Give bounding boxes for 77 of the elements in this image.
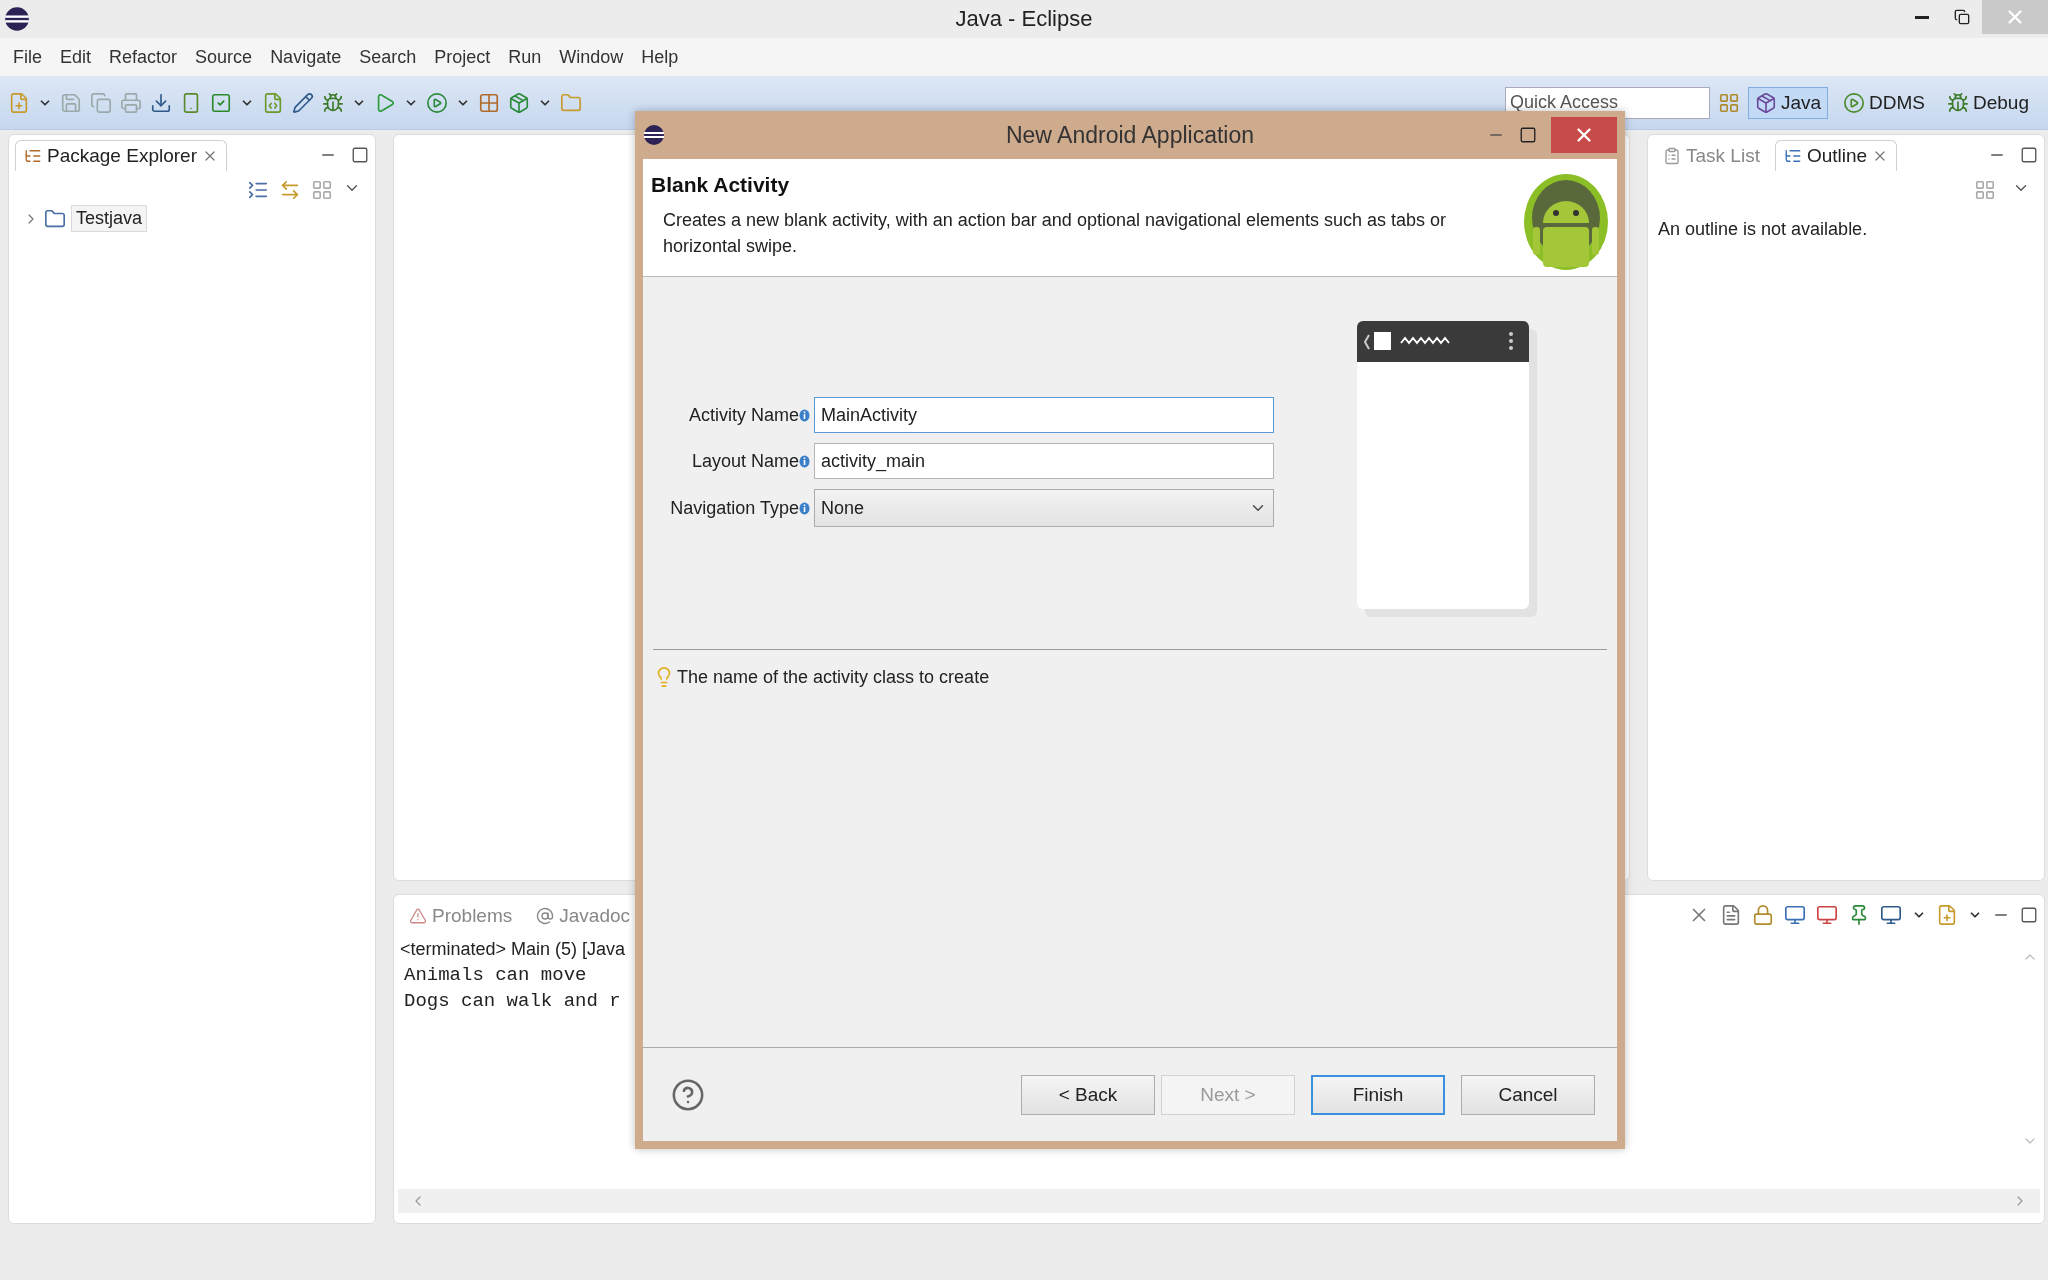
- menu-item[interactable]: Help: [632, 46, 688, 68]
- dots-icon[interactable]: [311, 179, 333, 201]
- eclipse-logo-icon: [4, 6, 30, 32]
- project-folder-icon[interactable]: [44, 207, 66, 230]
- info-icon: [799, 454, 810, 468]
- panel-tab[interactable]: Problems: [400, 899, 522, 931]
- console-icon[interactable]: [1816, 904, 1838, 926]
- field-label: Navigation Type: [669, 497, 799, 519]
- package-explorer-tab[interactable]: Package Explorer: [15, 139, 227, 171]
- menu-item[interactable]: File: [4, 46, 51, 68]
- tree-item[interactable]: Testjava: [71, 205, 148, 232]
- menu-item[interactable]: Refactor: [100, 46, 187, 68]
- wizard-heading: Blank Activity: [651, 173, 791, 197]
- link-arrows-icon[interactable]: [279, 179, 301, 201]
- text-field[interactable]: MainActivity: [814, 397, 1274, 433]
- java-perspective-icon[interactable]: [1754, 91, 1777, 114]
- bug-icon[interactable]: [1947, 91, 1969, 114]
- clipboard-icon[interactable]: [1663, 146, 1681, 165]
- dialog-close-button[interactable]: [1551, 117, 1617, 153]
- menu-item[interactable]: Project: [425, 46, 500, 68]
- dialog-title: New Android Application: [1005, 121, 1255, 149]
- restore-icon: [1954, 9, 1970, 25]
- perspective-button[interactable]: Java: [1747, 86, 1829, 119]
- warning-icon[interactable]: [409, 906, 427, 925]
- collapse-all-icon[interactable]: [247, 179, 269, 201]
- menu-item[interactable]: Edit: [51, 46, 101, 68]
- wizard-description: Creates a new blank activity, with an action bar and optional navigational elements such as tabs or horizontal swipe.: [663, 209, 1448, 258]
- menu-item[interactable]: Source: [186, 46, 262, 68]
- minimize-icon: [1915, 15, 1929, 19]
- at-sign-icon[interactable]: [536, 906, 555, 925]
- console-header: <terminated> Main (5) [Java: [399, 938, 627, 961]
- perspective-button[interactable]: Debug: [1940, 86, 2036, 119]
- display-icon[interactable]: [1880, 904, 1902, 926]
- pencil-icon[interactable]: [292, 91, 314, 114]
- package-icon[interactable]: [508, 91, 530, 114]
- menu-item[interactable]: Run: [499, 46, 551, 68]
- eclipse-logo-icon: [643, 124, 665, 146]
- maximize-icon[interactable]: [2020, 146, 2038, 164]
- help-icon[interactable]: [671, 1077, 705, 1112]
- panel-tab[interactable]: Task List: [1654, 139, 1769, 171]
- menu-item[interactable]: Navigate: [261, 46, 351, 68]
- download-icon[interactable]: [150, 91, 172, 114]
- menu-item[interactable]: Window: [550, 46, 633, 68]
- run-tool-icon[interactable]: [426, 91, 448, 114]
- menu-item[interactable]: Search: [350, 46, 426, 68]
- maximize-icon[interactable]: [2020, 906, 2038, 924]
- grid-icon[interactable]: [478, 91, 500, 114]
- perspective-button[interactable]: DDMS: [1836, 86, 1932, 119]
- code-file-icon[interactable]: [262, 91, 284, 114]
- field-label: Activity Name: [687, 404, 799, 426]
- document-icon[interactable]: [1720, 904, 1742, 926]
- info-icon: [799, 501, 810, 515]
- horizontal-scrollbar[interactable]: [398, 1189, 2040, 1213]
- navigation-type-dropdown[interactable]: None: [814, 489, 1274, 527]
- console-icon[interactable]: [1784, 904, 1806, 926]
- ddms-perspective-icon[interactable]: [1843, 91, 1866, 114]
- checkbox-icon[interactable]: [210, 91, 232, 114]
- hint-text: The name of the activity class to create: [677, 666, 990, 688]
- open-perspective-icon[interactable]: [1717, 91, 1740, 114]
- bug-icon[interactable]: [322, 91, 344, 114]
- panel-tab[interactable]: Javadoc: [527, 899, 640, 931]
- dots-icon[interactable]: [1974, 179, 1996, 201]
- console-line: Dogs can walk and r: [403, 989, 622, 1014]
- window-title: Java - Eclipse: [955, 6, 1093, 32]
- wizard-button[interactable]: Finish: [1311, 1074, 1445, 1115]
- text-field[interactable]: activity_main: [814, 443, 1274, 479]
- outline-message: An outline is not available.: [1658, 219, 1869, 240]
- maximize-icon[interactable]: [1519, 126, 1537, 144]
- lock-icon[interactable]: [1752, 904, 1774, 926]
- wizard-button[interactable]: Cancel: [1461, 1074, 1595, 1115]
- new-console-icon[interactable]: [1936, 904, 1958, 926]
- field-label: Layout Name: [690, 450, 799, 472]
- wizard-button[interactable]: < Back: [1021, 1074, 1155, 1115]
- console-line: Animals can move: [403, 963, 588, 988]
- panel-tab[interactable]: Outline: [1774, 139, 1898, 171]
- maximize-icon[interactable]: [351, 146, 369, 164]
- info-icon: [799, 408, 810, 422]
